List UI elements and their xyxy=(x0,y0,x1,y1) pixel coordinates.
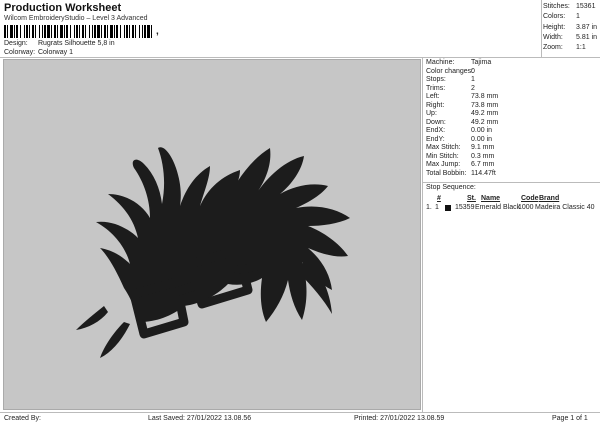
colorway-value: Colorway 1 xyxy=(37,49,73,56)
detail-value: 1 xyxy=(471,76,475,83)
stop-sequence-title: Stop Sequence: xyxy=(426,184,476,191)
machine-details: Machine: Tajima Color changes: 0 Stops: 1 T… xyxy=(424,59,598,178)
detail-value: 2 xyxy=(471,84,475,92)
summary-label: Zoom: xyxy=(543,44,563,52)
detail-row: Color changes: 0 xyxy=(424,68,598,77)
detail-row: Stops: 1 xyxy=(424,76,598,85)
summary-row: Zoom: 1:1 xyxy=(543,43,599,53)
detail-label: Trims: xyxy=(426,84,446,92)
detail-row: EndX: 0.00 in xyxy=(424,127,598,136)
detail-label: Stops: xyxy=(426,76,446,83)
detail-label: Up: xyxy=(426,110,437,117)
detail-value: 49.2 mm xyxy=(471,110,499,117)
colorway-row: Colorway: Colorway 1 xyxy=(4,49,73,56)
detail-value: 0.00 in xyxy=(471,127,493,134)
barcode xyxy=(4,25,152,38)
detail-row: Down: 49.2 mm xyxy=(424,119,598,128)
footer-last-saved: Last Saved: 27/01/2022 13.08.56 xyxy=(148,415,252,422)
summary-row: Height: 3.87 in xyxy=(543,23,599,33)
detail-label: EndX: xyxy=(426,127,446,134)
detail-label: Max Stitch: xyxy=(426,144,461,151)
detail-value: 0.3 mm xyxy=(471,152,495,160)
design-preview xyxy=(3,59,421,410)
summary-stats: Stitches: 15361 Colors: 1 Height: 3.87 in W… xyxy=(543,2,599,53)
detail-value: Tajima xyxy=(471,59,492,66)
detail-value: 0 xyxy=(471,67,475,75)
row-code: 1000 xyxy=(518,204,534,211)
detail-row: Max Stitch: 9.1 mm xyxy=(424,144,598,153)
detail-value: 0.00 in xyxy=(471,135,493,143)
barcode-suffix: , xyxy=(156,26,159,37)
detail-value: 73.8 mm xyxy=(471,93,499,100)
detail-value: 73.8 mm xyxy=(471,101,499,109)
design-label: Design: xyxy=(4,40,28,47)
summary-value: 3.87 in xyxy=(576,23,598,31)
detail-row: Min Stitch: 0.3 mm xyxy=(424,153,598,162)
detail-row: EndY: 0.00 in xyxy=(424,136,598,145)
detail-label: Down: xyxy=(426,118,446,126)
footer: Created By: Last Saved: 27/01/2022 13.08… xyxy=(0,412,600,424)
row-color-name: Emerald Black xyxy=(475,204,521,211)
summary-label: Width: xyxy=(543,33,563,41)
detail-label: Total Bobbin: xyxy=(426,169,467,177)
design-row: Design: Rugrats Silhouette 5,8 in xyxy=(4,40,115,47)
divider xyxy=(423,182,600,183)
detail-row: Right: 73.8 mm xyxy=(424,102,598,111)
detail-label: EndY: xyxy=(426,135,445,143)
detail-row: Total Bobbin: 114.47ft xyxy=(424,170,598,179)
summary-value: 5.81 in xyxy=(576,33,598,41)
detail-label: Min Stitch: xyxy=(426,152,459,160)
summary-value: 1:1 xyxy=(576,44,586,52)
detail-value: 9.1 mm xyxy=(471,144,495,151)
detail-value: 6.7 mm xyxy=(471,161,495,168)
detail-row: Left: 73.8 mm xyxy=(424,93,598,102)
stop-sequence-row: 1. 1 15359 Emerald Black 1000 Madeira Cl… xyxy=(424,204,595,213)
design-value: Rugrats Silhouette 5,8 in xyxy=(37,40,115,47)
row-brand: Madeira Classic 40 xyxy=(535,204,595,211)
summary-row: Colors: 1 xyxy=(543,12,599,22)
embroidery-silhouette xyxy=(76,147,350,358)
footer-printed: Printed: 27/01/2022 13.08.59 xyxy=(354,415,445,422)
detail-row: Machine: Tajima xyxy=(424,59,598,68)
detail-row: Max Jump: 6.7 mm xyxy=(424,161,598,170)
software-subtitle: Wilcom EmbroideryStudio – Level 3 Advanc… xyxy=(4,15,148,22)
col-header-st: St. xyxy=(467,195,476,202)
summary-label: Colors: xyxy=(543,13,566,21)
divider xyxy=(541,0,542,57)
detail-label: Color changes: xyxy=(426,67,474,75)
detail-label: Max Jump: xyxy=(426,161,461,168)
summary-row: Width: 5.81 in xyxy=(543,33,599,43)
col-header-brand: Brand xyxy=(539,195,560,202)
page-title: Production Worksheet xyxy=(4,2,122,14)
detail-label: Right: xyxy=(426,101,445,109)
divider xyxy=(422,57,423,412)
detail-label: Left: xyxy=(426,93,440,100)
row-index: 1. xyxy=(426,204,432,211)
footer-page: Page 1 of 1 xyxy=(552,415,588,422)
detail-value: 49.2 mm xyxy=(471,118,499,126)
colorway-label: Colorway: xyxy=(4,49,36,56)
col-header-name: Name xyxy=(481,195,501,202)
stop-sequence-header: # St. Name Code Brand xyxy=(424,195,559,202)
detail-row: Trims: 2 xyxy=(424,85,598,94)
col-header-num: # xyxy=(437,195,441,202)
row-stitches: 15359 xyxy=(455,204,475,211)
summary-label: Stitches: xyxy=(543,3,570,10)
detail-row: Up: 49.2 mm xyxy=(424,110,598,119)
summary-label: Height: xyxy=(543,23,566,31)
summary-value: 15361 xyxy=(576,3,596,10)
summary-row: Stitches: 15361 xyxy=(543,2,599,12)
detail-label: Machine: xyxy=(426,59,455,66)
footer-created-by: Created By: xyxy=(4,415,41,422)
divider xyxy=(0,57,600,58)
summary-value: 1 xyxy=(576,13,580,21)
col-header-code: Code xyxy=(521,195,539,202)
detail-value: 114.47ft xyxy=(471,169,496,177)
color-swatch xyxy=(445,205,451,211)
row-num: 1 xyxy=(435,204,439,211)
